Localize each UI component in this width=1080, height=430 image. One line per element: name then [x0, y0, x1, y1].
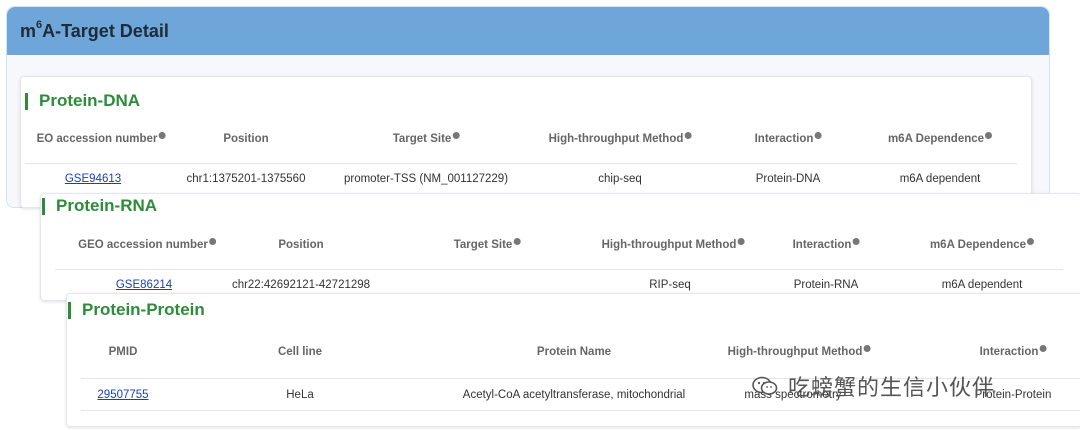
column-header: Position [223, 133, 269, 145]
title-accent-bar [25, 92, 28, 110]
watermark-text: 吃螃蟹的生信小伙伴 [788, 375, 996, 400]
protein-protein-title: Protein-Protein [68, 300, 205, 320]
column-header: GEO accession number [78, 238, 216, 251]
column-header: High-throughput Method [549, 132, 692, 145]
column-header: Position [278, 239, 324, 251]
column-header: High-throughput Method [602, 238, 745, 251]
interaction-cell: Protein-DNA [755, 173, 821, 185]
header-divider [55, 269, 1063, 270]
column-header: m6A Dependence [888, 132, 993, 145]
accession-link[interactable]: GSE94613 [65, 173, 121, 185]
target-site-cell: promoter-TSS (NM_001127229) [343, 173, 509, 185]
title-accent-bar [42, 197, 45, 215]
info-icon[interactable] [985, 132, 993, 139]
info-icon[interactable] [158, 132, 166, 139]
wechat-icon [752, 376, 778, 396]
title-accent-bar [68, 301, 71, 319]
info-icon[interactable] [852, 238, 860, 245]
protein-rna-title: Protein-RNA [42, 196, 157, 216]
cell-line-cell: HeLa [286, 389, 314, 401]
protein-protein-card: Protein-Protein PMID Cell line Protein N… [66, 293, 1080, 427]
column-header: Target Site [454, 238, 521, 251]
protein-dna-card: Protein-DNA EO accession number Position… [20, 76, 1032, 208]
method-cell: chip-seq [598, 173, 642, 185]
column-header: PMID [108, 346, 138, 358]
column-header: Interaction [980, 345, 1047, 358]
column-header: Protein Name [536, 346, 612, 358]
protein-name-cell: Acetyl-CoA acetyltransferase, mitochondr… [462, 389, 686, 401]
row-divider [81, 410, 1080, 411]
column-header: Interaction [793, 238, 860, 251]
pmid-link[interactable]: 29507755 [97, 389, 148, 401]
info-icon[interactable] [208, 238, 216, 245]
info-icon[interactable] [814, 132, 822, 139]
panel-header: m6A-Target Detail [7, 7, 1049, 55]
info-icon[interactable] [513, 238, 521, 245]
interaction-cell: Protein-RNA [793, 279, 859, 291]
info-icon[interactable] [737, 238, 745, 245]
column-header: Cell line [277, 346, 323, 358]
method-cell: RIP-seq [649, 279, 691, 291]
dependence-cell: m6A dependent [941, 279, 1023, 291]
info-icon[interactable] [684, 132, 692, 139]
dependence-cell: m6A dependent [899, 173, 981, 185]
column-header: m6A Dependence [930, 238, 1035, 251]
accession-link[interactable]: GSE86214 [116, 279, 172, 291]
header-divider [25, 163, 1017, 164]
position-cell: chr22:42692121-42721298 [231, 279, 371, 291]
watermark: 吃螃蟹的生信小伙伴 [752, 370, 995, 402]
info-icon[interactable] [1039, 345, 1047, 352]
protein-dna-title: Protein-DNA [25, 91, 140, 111]
column-header: Target Site [393, 132, 460, 145]
protein-rna-card: Protein-RNA GEO accession number Positio… [40, 193, 1080, 301]
info-icon[interactable] [1027, 238, 1035, 245]
position-cell: chr1:1375201-1375560 [186, 173, 306, 185]
column-header: Interaction [755, 132, 822, 145]
panel-title: m6A-Target Detail [20, 18, 169, 41]
column-header: EO accession number [37, 132, 166, 145]
info-icon[interactable] [452, 132, 460, 139]
column-header: High-throughput Method [728, 345, 871, 358]
info-icon[interactable] [863, 345, 871, 352]
